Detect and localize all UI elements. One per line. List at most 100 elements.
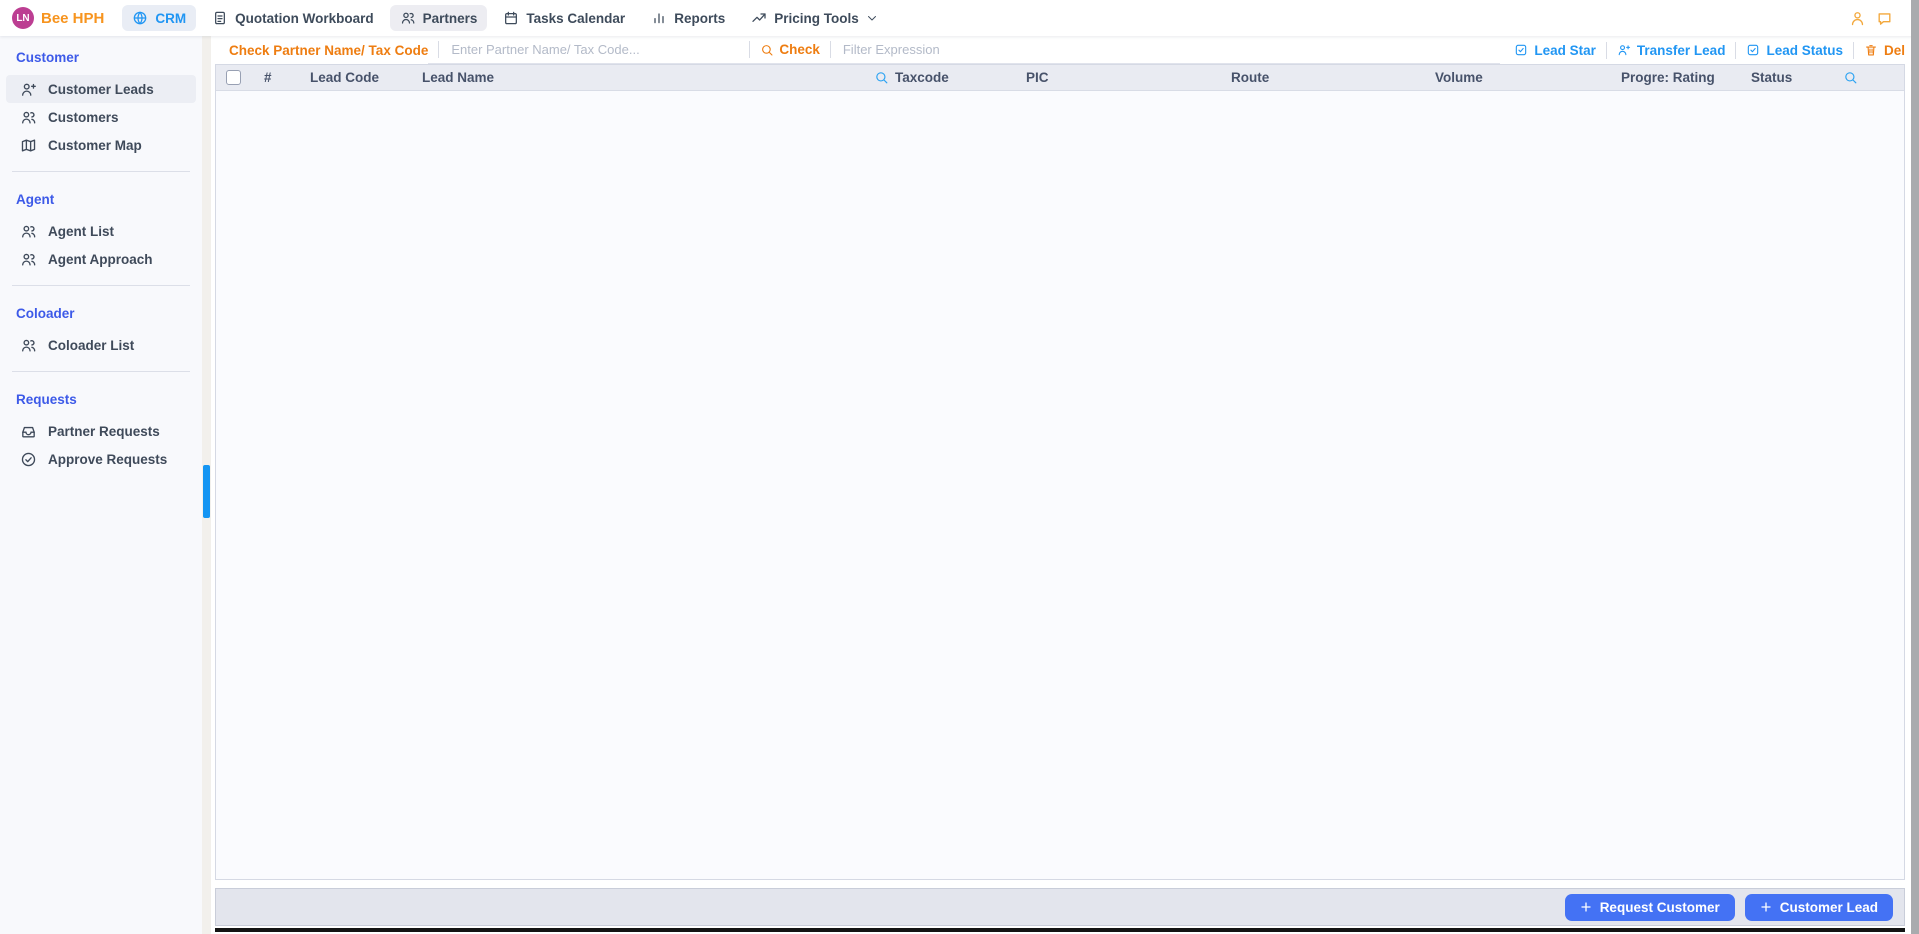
sidebar-scrollbar-thumb[interactable] (203, 465, 210, 518)
toolbar-divider (1853, 42, 1854, 59)
column-header-status[interactable]: Status (1751, 70, 1904, 85)
sidebar-divider (12, 371, 190, 372)
check-button[interactable]: Check (760, 42, 820, 57)
leads-table: # Lead Code Lead Name Date Created Taxco… (215, 64, 1905, 880)
customer-lead-label: Customer Lead (1780, 900, 1878, 915)
toolbar-input-group: Check (428, 36, 1500, 64)
sidebar-item-customer-leads[interactable]: Customer Leads (6, 75, 196, 103)
people-icon (20, 223, 37, 240)
column-header-pic[interactable]: PIC (1026, 70, 1231, 85)
footer-gap (215, 880, 1905, 888)
brand-name: Bee HPH (41, 10, 104, 27)
column-header-taxcode-label: Taxcode (895, 70, 949, 85)
trend-up-icon (751, 10, 767, 26)
sidebar: Customer Customer Leads Customers Custom… (0, 36, 202, 934)
plus-icon (1580, 901, 1592, 913)
people-icon (400, 10, 416, 26)
plus-icon (1760, 901, 1772, 913)
bar-chart-icon (651, 10, 667, 26)
nav-item-label: Quotation Workboard (235, 11, 374, 26)
column-header-volume[interactable]: Volume (1435, 70, 1621, 85)
check-partner-label: Check Partner Name/ Tax Code (229, 43, 428, 58)
sidebar-item-label: Customer Leads (48, 82, 154, 97)
check-circle-icon (20, 451, 37, 468)
sidebar-item-customer-map[interactable]: Customer Map (6, 131, 196, 159)
chat-icon[interactable] (1876, 10, 1893, 27)
person-plus-icon (20, 81, 37, 98)
lead-star-label: Lead Star (1534, 43, 1596, 58)
sidebar-item-coloader-list[interactable]: Coloader List (6, 331, 196, 359)
people-icon (20, 109, 37, 126)
column-header-index[interactable]: # (264, 70, 310, 85)
sidebar-item-label: Agent List (48, 224, 114, 239)
column-header-lead-code[interactable]: Lead Code (310, 70, 422, 85)
document-icon (212, 10, 228, 26)
toolbar-divider (830, 41, 831, 58)
nav-item-label: Tasks Calendar (526, 11, 625, 26)
toolbar-divider (1606, 42, 1607, 59)
lead-status-label: Lead Status (1766, 43, 1843, 58)
brand[interactable]: LN Bee HPH (12, 7, 104, 29)
main-content: Check Partner Name/ Tax Code Check Lead … (211, 36, 1919, 934)
transfer-lead-button[interactable]: Transfer Lead (1617, 43, 1726, 58)
lead-star-button[interactable]: Lead Star (1514, 43, 1596, 58)
sidebar-divider (12, 171, 190, 172)
nav-item-tasks-calendar[interactable]: Tasks Calendar (493, 5, 635, 31)
sidebar-scrollbar[interactable] (202, 36, 211, 934)
toolbar-actions: Lead Star Transfer Lead Lead Status Del (1514, 42, 1905, 59)
search-icon[interactable] (1843, 70, 1858, 85)
column-header-route[interactable]: Route (1231, 70, 1435, 85)
lead-status-button[interactable]: Lead Status (1746, 43, 1843, 58)
toolbar-divider (1735, 42, 1736, 59)
toolbar-divider (749, 41, 750, 58)
sidebar-item-customers[interactable]: Customers (6, 103, 196, 131)
nav-item-quotation-workboard[interactable]: Quotation Workboard (202, 5, 384, 31)
bottom-divider-bar (215, 928, 1905, 932)
check-square-icon (1746, 43, 1760, 57)
request-customer-label: Request Customer (1600, 900, 1720, 915)
transfer-lead-label: Transfer Lead (1637, 43, 1726, 58)
table-header-row: # Lead Code Lead Name Date Created Taxco… (216, 65, 1904, 91)
column-header-progress-rating[interactable]: Progre: Rating (1621, 70, 1751, 85)
sidebar-item-label: Agent Approach (48, 252, 153, 267)
user-icon[interactable] (1849, 10, 1866, 27)
trash-icon (1864, 43, 1878, 57)
sidebar-item-label: Coloader List (48, 338, 134, 353)
partner-name-input[interactable] (449, 40, 749, 59)
delete-button[interactable]: Del (1864, 43, 1905, 58)
nav-item-reports[interactable]: Reports (641, 5, 735, 31)
page-scrollbar[interactable] (1911, 0, 1919, 934)
check-square-icon (1514, 43, 1528, 57)
nav-item-partners[interactable]: Partners (390, 5, 488, 31)
search-icon[interactable] (874, 70, 889, 85)
calendar-icon (503, 10, 519, 26)
delete-label: Del (1884, 43, 1905, 58)
page-scrollbar-thumb[interactable] (1911, 0, 1919, 934)
search-icon (760, 43, 774, 57)
sidebar-section-agent: Agent (0, 184, 202, 217)
customer-lead-button[interactable]: Customer Lead (1745, 894, 1893, 921)
table-body-empty (216, 91, 1904, 879)
column-header-lead-name[interactable]: Lead Name (422, 70, 774, 85)
column-header-taxcode[interactable]: Taxcode (874, 70, 1026, 85)
app-body: Customer Customer Leads Customers Custom… (0, 36, 1919, 934)
nav-item-pricing-tools[interactable]: Pricing Tools (741, 5, 888, 31)
chevron-down-icon (866, 12, 878, 24)
brand-avatar: LN (12, 7, 34, 29)
globe-icon (132, 10, 148, 26)
sidebar-item-approve-requests[interactable]: Approve Requests (6, 445, 196, 473)
request-customer-button[interactable]: Request Customer (1565, 894, 1735, 921)
filter-expression-input[interactable] (841, 40, 1501, 59)
sidebar-item-label: Customer Map (48, 138, 142, 153)
nav-item-crm[interactable]: CRM (122, 5, 196, 31)
sidebar-section-requests: Requests (0, 384, 202, 417)
sidebar-section-coloader: Coloader (0, 298, 202, 331)
nav-item-label: Reports (674, 11, 725, 26)
select-all-checkbox[interactable] (226, 70, 241, 85)
sidebar-item-agent-list[interactable]: Agent List (6, 217, 196, 245)
sidebar-item-agent-approach[interactable]: Agent Approach (6, 245, 196, 273)
sidebar-item-partner-requests[interactable]: Partner Requests (6, 417, 196, 445)
map-icon (20, 137, 37, 154)
navbar-right-icons (1849, 10, 1893, 27)
people-icon (20, 251, 37, 268)
